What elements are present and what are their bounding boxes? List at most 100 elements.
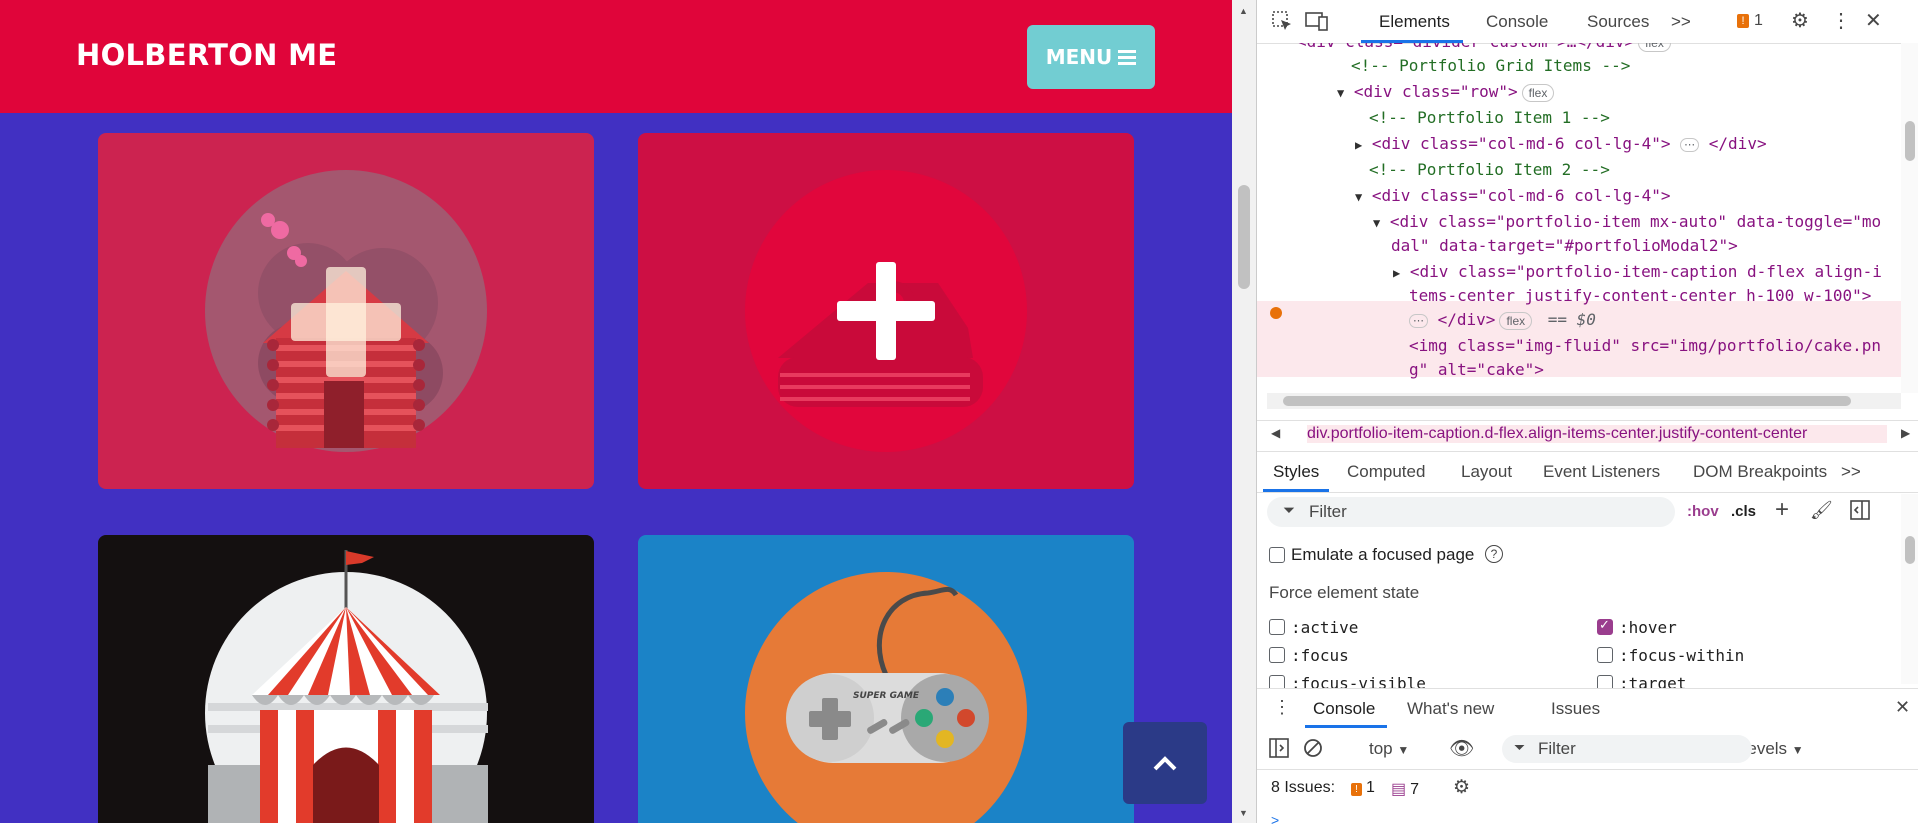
styles-scrollbar-thumb[interactable] xyxy=(1905,536,1915,564)
device-toolbar-icon[interactable] xyxy=(1305,10,1329,37)
flex-pill[interactable]: flex xyxy=(1499,311,1533,330)
tab-dom-breakpoints[interactable]: DOM Breakpoints xyxy=(1693,462,1827,482)
issues-badge[interactable]: ! 1 xyxy=(1737,12,1763,30)
inspect-element-icon[interactable] xyxy=(1271,10,1293,37)
console-prompt[interactable]: > xyxy=(1271,812,1279,828)
breadcrumb-item[interactable]: div.portfolio-item-caption.d-flex.align-… xyxy=(1307,425,1887,443)
tab-styles[interactable]: Styles xyxy=(1273,462,1319,482)
state-active-checkbox[interactable] xyxy=(1269,619,1285,635)
console-filter-input[interactable]: ⏷ Filter xyxy=(1502,735,1752,763)
menu-button[interactable]: MENU xyxy=(1027,25,1155,89)
devtools-panel: Elements Console Sources >> !1 ⚙ ⋮ ✕ <di… xyxy=(1256,0,1918,828)
expand-triangle-icon[interactable]: ▶ xyxy=(1393,266,1400,280)
filter-icon: ⏷ xyxy=(1283,502,1296,519)
elements-hscrollbar-thumb[interactable] xyxy=(1283,396,1851,406)
warning-icon: ! xyxy=(1737,13,1749,28)
styles-filter-input[interactable]: ⏷ Filter xyxy=(1267,497,1675,527)
tree-comment-item1[interactable]: <!-- Portfolio Item 1 --> xyxy=(1369,106,1610,130)
tab-layout[interactable]: Layout xyxy=(1461,462,1512,482)
state-target-checkbox[interactable] xyxy=(1597,675,1613,688)
state-focus-visible-label: :focus-visible xyxy=(1291,674,1426,688)
scroll-top-button[interactable] xyxy=(1123,722,1207,804)
ellipsis-icon[interactable]: ⋯ xyxy=(1680,137,1700,152)
toggle-sidebar-icon[interactable] xyxy=(1850,500,1870,525)
tree-line-portfolio-item[interactable]: ▼ <div class="portfolio-item mx-auto" da… xyxy=(1373,210,1881,234)
emulate-focus-label: Emulate a focused page xyxy=(1291,545,1475,564)
tab-event-listeners[interactable]: Event Listeners xyxy=(1543,462,1660,482)
breadcrumb-right-icon[interactable]: ▶ xyxy=(1901,426,1910,440)
collapse-triangle-icon[interactable]: ▼ xyxy=(1355,190,1362,204)
tree-comment-grid[interactable]: <!-- Portfolio Grid Items --> xyxy=(1351,54,1630,78)
clear-console-icon[interactable] xyxy=(1303,738,1323,763)
tab-computed[interactable]: Computed xyxy=(1347,462,1425,482)
scroll-up-arrow-icon[interactable]: ▲ xyxy=(1239,6,1248,16)
more-tabs-icon[interactable]: >> xyxy=(1671,12,1691,32)
scroll-down-arrow-icon[interactable]: ▼ xyxy=(1239,808,1248,818)
portfolio-item-cabin[interactable] xyxy=(98,133,594,489)
drawer-tab-whats-new[interactable]: What's new xyxy=(1407,699,1494,719)
portfolio-item-cake[interactable] xyxy=(638,133,1134,489)
flex-pill[interactable]: flex xyxy=(1638,43,1671,52)
state-active-label: :active xyxy=(1291,618,1359,637)
new-style-rule-icon[interactable]: + xyxy=(1775,496,1789,524)
issues-info-count[interactable]: ▤ 7 xyxy=(1391,779,1419,799)
drawer-tab-console[interactable]: Console xyxy=(1313,699,1375,719)
elements-scrollbar-thumb[interactable] xyxy=(1905,121,1915,161)
issues-warn-count[interactable]: ! 1 xyxy=(1351,779,1375,797)
state-focus-checkbox[interactable] xyxy=(1269,647,1285,663)
page-viewport: HOLBERTON ME MENU SUPER GAME xyxy=(0,0,1232,823)
tree-line-img[interactable]: <img class="img-fluid" src="img/portfoli… xyxy=(1409,334,1881,358)
comment-text: <!-- Portfolio Item 2 --> xyxy=(1369,160,1610,179)
elements-scrollbar[interactable] xyxy=(1901,43,1918,393)
breadcrumb-left-icon[interactable]: ◀ xyxy=(1271,426,1280,440)
elements-hscrollbar[interactable] xyxy=(1267,393,1901,409)
breakpoint-dot-icon xyxy=(1270,307,1282,319)
tree-line-item2[interactable]: ▼ <div class="col-md-6 col-lg-4"> xyxy=(1355,184,1671,208)
ellipsis-icon[interactable]: ⋯ xyxy=(1409,313,1428,328)
tree-line-item1[interactable]: ▶ <div class="col-md-6 col-lg-4"> ⋯ </di… xyxy=(1355,132,1767,156)
flex-pill[interactable]: flex xyxy=(1521,83,1555,102)
page-scrollbar-thumb[interactable] xyxy=(1238,185,1250,289)
state-focus-within-checkbox[interactable] xyxy=(1597,647,1613,663)
emulate-focus-checkbox[interactable] xyxy=(1269,547,1285,563)
help-icon[interactable]: ? xyxy=(1485,545,1503,563)
issues-label: 8 Issues: xyxy=(1271,779,1336,796)
tab-console[interactable]: Console xyxy=(1486,12,1548,32)
close-devtools-icon[interactable]: ✕ xyxy=(1865,10,1882,32)
settings-gear-icon[interactable]: ⚙ xyxy=(1791,10,1809,32)
styles-scrollbar[interactable] xyxy=(1901,494,1918,684)
collapse-triangle-icon[interactable]: ▼ xyxy=(1337,86,1344,100)
cls-toggle[interactable]: .cls xyxy=(1731,503,1756,520)
live-expression-eye-icon[interactable]: 👁 xyxy=(1449,736,1474,761)
tree-line-caption[interactable]: ▶ <div class="portfolio-item-caption d-f… xyxy=(1393,260,1882,284)
issues-count: 1 xyxy=(1754,12,1763,29)
console-issues-row: 8 Issues: ! 1 ▤ 7 ⚙ xyxy=(1257,770,1918,808)
issues-settings-gear-icon[interactable]: ⚙ xyxy=(1453,776,1470,799)
tab-sources[interactable]: Sources xyxy=(1587,12,1649,32)
caption-close-tag: </div> xyxy=(1437,310,1496,329)
kebab-menu-icon[interactable]: ⋮ xyxy=(1831,10,1851,32)
info-count: 7 xyxy=(1410,781,1420,798)
tab-elements[interactable]: Elements xyxy=(1379,12,1450,32)
page-scrollbar[interactable]: ▲ ▼ xyxy=(1232,0,1256,823)
context-selector[interactable]: top ▼ xyxy=(1369,739,1409,759)
portfolio-item-circus[interactable] xyxy=(98,535,594,823)
tree-line-row[interactable]: ▼ <div class="row"> flex xyxy=(1337,80,1555,104)
paint-brush-icon[interactable]: 🖌 xyxy=(1810,500,1833,521)
close-drawer-icon[interactable]: ✕ xyxy=(1895,697,1910,718)
portfolio-item-game[interactable]: SUPER GAME xyxy=(638,535,1134,823)
drawer-tab-issues[interactable]: Issues xyxy=(1551,699,1600,719)
state-hover-checkbox[interactable] xyxy=(1597,617,1613,635)
portfolio-item-tag: <div class="portfolio-item mx-auto" data… xyxy=(1389,212,1882,231)
tree-comment-item2[interactable]: <!-- Portfolio Item 2 --> xyxy=(1369,158,1610,182)
more-style-tabs-icon[interactable]: >> xyxy=(1841,462,1861,482)
expand-triangle-icon[interactable]: ▶ xyxy=(1355,138,1362,152)
state-hover-label: :hover xyxy=(1619,618,1677,637)
hov-toggle[interactable]: :hov xyxy=(1687,503,1719,520)
collapse-triangle-icon[interactable]: ▼ xyxy=(1373,216,1380,230)
state-focus-visible-checkbox[interactable] xyxy=(1269,675,1285,688)
console-sidebar-icon[interactable] xyxy=(1269,738,1289,763)
drawer-menu-icon[interactable]: ⋮ xyxy=(1273,697,1291,718)
tree-line-divider[interactable]: <div class="divider-custom">…</div> flex xyxy=(1297,43,1671,54)
brand-logo[interactable]: HOLBERTON ME xyxy=(76,38,337,72)
